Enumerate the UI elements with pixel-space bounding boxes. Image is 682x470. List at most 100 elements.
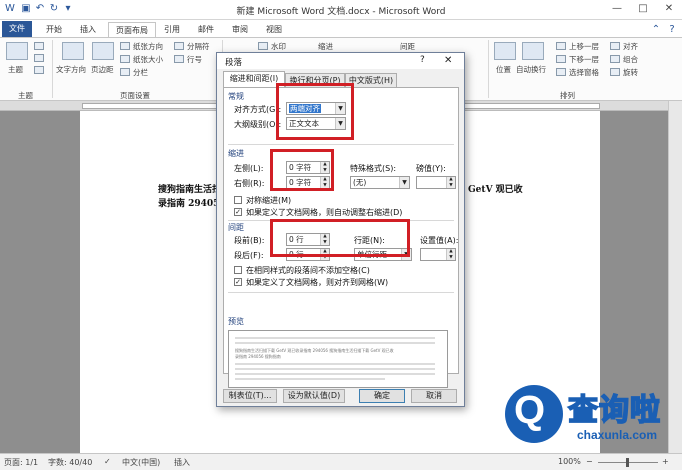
word-count[interactable]: 字数: 40/40 [48,457,92,468]
preview-line [235,363,435,365]
tab-review[interactable]: 审阅 [226,22,254,37]
ribbon-separator [488,40,489,98]
bring-forward-icon[interactable] [556,42,566,50]
group-button[interactable]: 组合 [623,54,638,65]
position-icon[interactable] [494,42,516,60]
close-button[interactable]: ✕ [656,0,682,18]
watermark-icon[interactable] [258,42,268,50]
align-button[interactable]: 对齐 [623,41,638,52]
watermark-button[interactable]: 水印 [271,41,286,52]
themes-icon[interactable] [6,42,28,60]
document-text-line1: 搜狗指南生活扫 [158,185,222,195]
snap-to-grid-checkbox[interactable]: ✓ [234,278,242,286]
status-bar: 页面: 1/1 字数: 40/40 ✓ 中文(中国) 插入 100% − + [0,453,682,470]
wrap-text-icon[interactable] [522,42,544,60]
special-indent-label: 特殊格式(S): [350,164,397,173]
breaks-button[interactable]: 分隔符 [187,41,210,52]
tab-file[interactable]: 文件 [2,21,32,37]
page-count[interactable]: 页面: 1/1 [4,457,38,468]
dialog-help-button[interactable]: ? [420,55,425,65]
preview-line [235,373,435,375]
ribbon-separator [52,40,53,98]
breaks-icon[interactable] [174,42,184,50]
tab-page-layout[interactable]: 页面布局 [108,22,156,37]
help-icon[interactable]: ? [666,24,678,36]
spacing-at-stepper[interactable]: ▲ ▼ [420,248,456,261]
tabs-button[interactable]: 制表位(T)... [223,389,277,403]
wrap-text-button[interactable]: 自动换行 [516,64,546,75]
margins-icon[interactable] [92,42,114,60]
group-arrange-label: 排列 [560,91,575,100]
ribbon-tabs: 文件 开始 插入 页面布局 引用 邮件 审阅 视图 ⌃ ? [0,20,682,37]
dialog-close-button[interactable]: ✕ [444,55,452,66]
text-direction-button[interactable]: 文字方向 [56,64,86,75]
selection-pane-button[interactable]: 选择窗格 [569,67,599,78]
special-indent-value: (无) [353,178,367,187]
send-backward-button[interactable]: 下移一层 [569,54,599,65]
mirror-indents-checkbox[interactable] [234,196,242,204]
theme-fonts-icon[interactable] [34,54,44,62]
title-bar: W ▣ ↶ ↻ ▾ 新建 Microsoft Word 文档.docx - Mi… [0,0,682,20]
orientation-icon[interactable] [120,42,130,50]
tab-mailings[interactable]: 邮件 [192,22,220,37]
dont-add-space-checkbox[interactable] [234,266,242,274]
bring-forward-button[interactable]: 上移一层 [569,41,599,52]
text-direction-icon[interactable] [62,42,84,60]
margins-button[interactable]: 页边距 [91,64,114,75]
preview-sample-text: 录指南 294056 搜狗指南 [235,354,281,359]
themes-button[interactable]: 主题 [8,64,23,75]
columns-button[interactable]: 分栏 [133,67,148,78]
tab-insert[interactable]: 插入 [74,22,102,37]
columns-icon[interactable] [120,68,130,76]
zoom-slider-thumb[interactable] [626,458,629,467]
align-icon[interactable] [610,42,620,50]
auto-adjust-indent-checkbox[interactable]: ✓ [234,208,242,216]
tab-references[interactable]: 引用 [158,22,186,37]
zoom-in-icon[interactable]: + [662,457,669,466]
tab-view[interactable]: 视图 [260,22,288,37]
dont-add-space-label: 在相同样式的段落间不添加空格(C) [246,266,370,275]
special-indent-select[interactable]: (无) ▼ [350,176,410,189]
cancel-button[interactable]: 取消 [411,389,457,403]
group-page-setup-label: 页面设置 [120,91,150,100]
minimize-button[interactable]: — [604,0,630,18]
watermark-en-text: chaxunla.com [577,428,658,442]
language-indicator[interactable]: 中文(中国) [122,457,160,468]
zoom-level[interactable]: 100% [558,457,581,466]
general-section-title: 常规 [228,92,244,101]
group-icon[interactable] [610,55,620,63]
size-icon[interactable] [120,55,130,63]
theme-colors-icon[interactable] [34,42,44,50]
size-button[interactable]: 纸张大小 [133,54,163,65]
selection-pane-icon[interactable] [556,68,566,76]
line-numbers-button[interactable]: 行号 [187,54,202,65]
indentation-section-title: 缩进 [228,149,244,158]
zoom-out-icon[interactable]: − [586,457,593,466]
set-as-default-button[interactable]: 设为默认值(D) [283,389,345,403]
left-indent-label: 左侧(L): [234,164,264,173]
ok-button[interactable]: 确定 [359,389,405,403]
line-numbers-icon[interactable] [174,55,184,63]
indent-by-stepper[interactable]: ▲ ▼ [416,176,456,189]
tab-home[interactable]: 开始 [40,22,68,37]
chevron-down-icon: ▼ [399,177,409,188]
theme-effects-icon[interactable] [34,66,44,74]
window-title: 新建 Microsoft Word 文档.docx - Microsoft Wo… [236,7,446,17]
outline-level-label: 大纲级别(O): [234,120,282,129]
preview-line [235,337,435,339]
proofing-icon[interactable]: ✓ [104,457,111,466]
spacing-section-title: 间距 [228,223,244,232]
highlight-spacing-box [270,219,410,257]
indent-by-label: 磅值(Y): [416,164,446,173]
orientation-button[interactable]: 纸张方向 [133,41,163,52]
position-button[interactable]: 位置 [496,64,511,75]
collapse-ribbon-icon[interactable]: ⌃ [650,24,662,36]
rotate-button[interactable]: 旋转 [623,67,638,78]
rotate-icon[interactable] [610,68,620,76]
insert-mode[interactable]: 插入 [174,457,190,468]
highlight-indent-box [270,149,334,191]
maximize-button[interactable]: □ [630,0,656,18]
spin-arrows-icon[interactable]: ▲ ▼ [446,177,455,188]
send-backward-icon[interactable] [556,55,566,63]
spin-arrows-icon[interactable]: ▲ ▼ [446,249,455,260]
